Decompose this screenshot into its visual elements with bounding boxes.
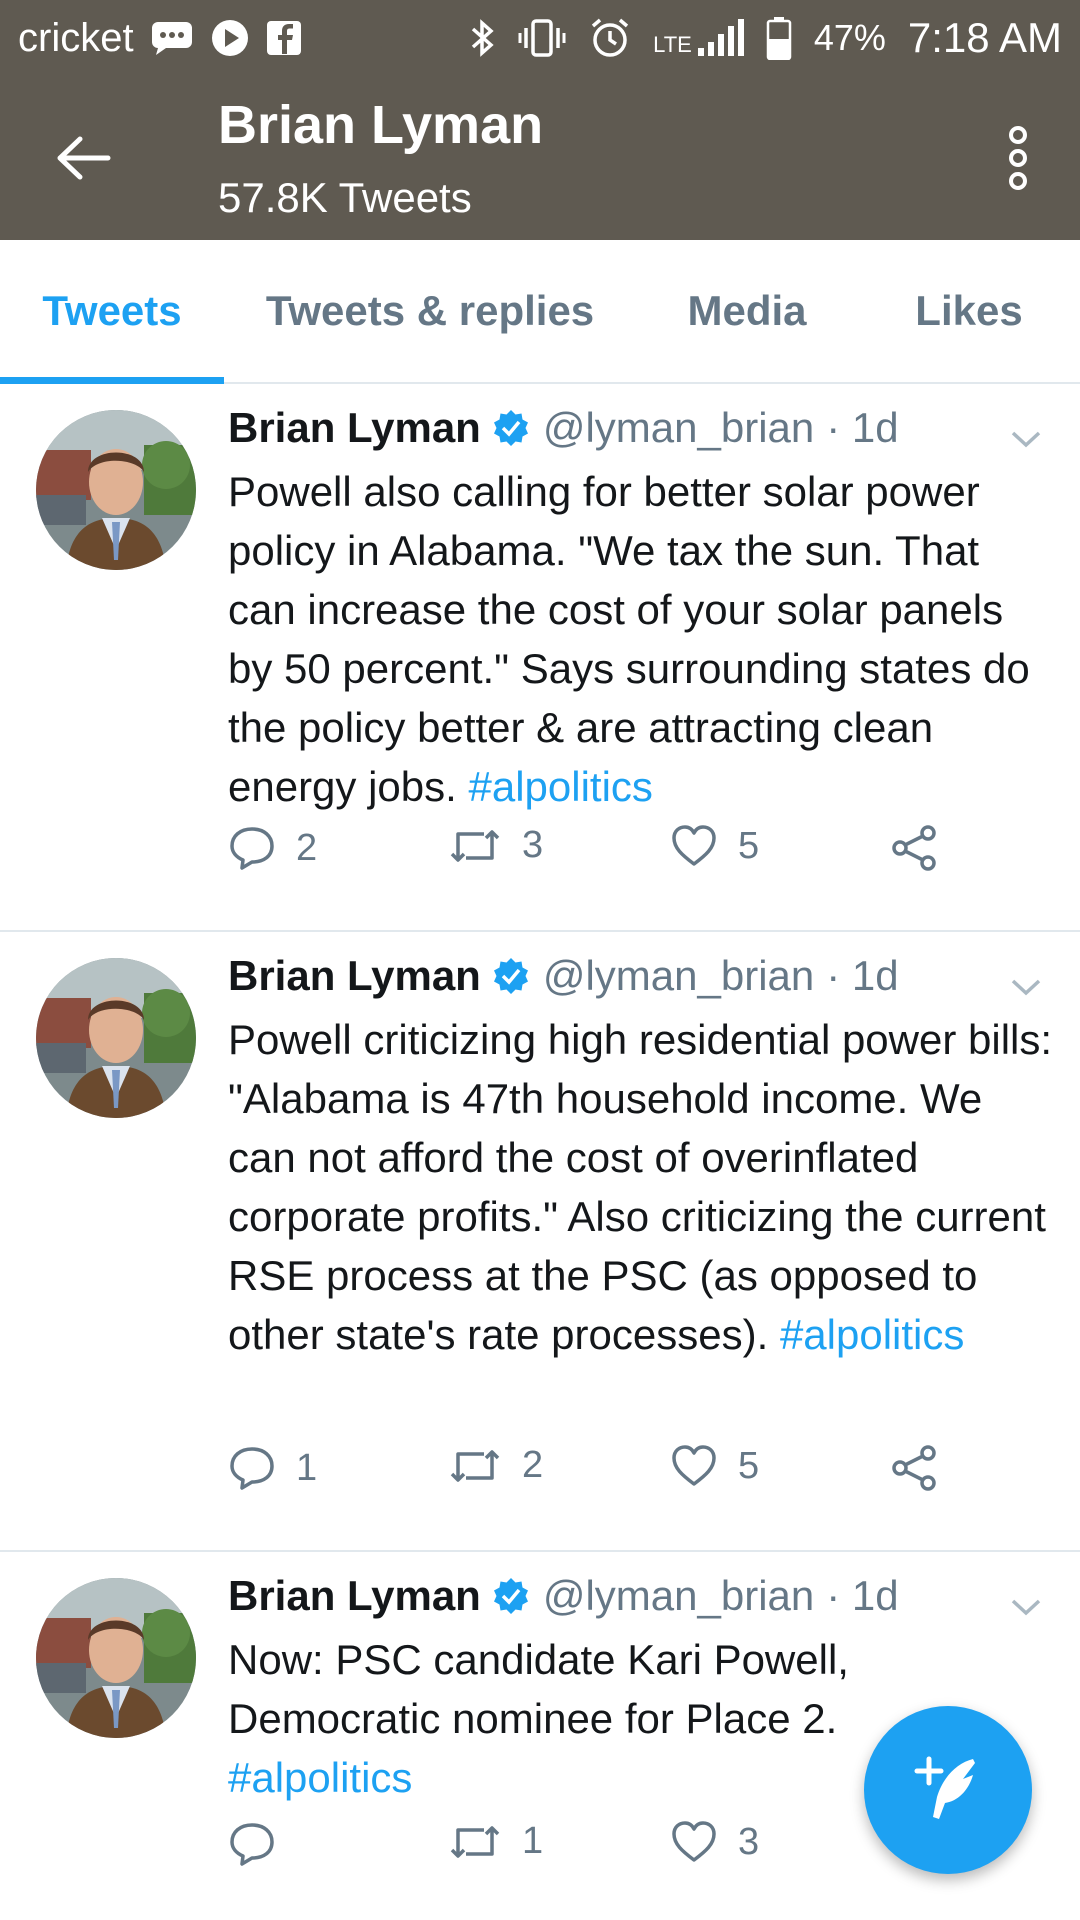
share-icon — [892, 1445, 936, 1491]
message-icon — [150, 20, 194, 56]
tweet-actions: 1 2 5 — [228, 1444, 988, 1504]
tweet-text: Now: PSC candidate Kari Powell, Democrat… — [228, 1630, 908, 1807]
tweet-header: Brian Lyman @lyman_brian · 1d — [228, 952, 899, 1000]
author-name[interactable]: Brian Lyman — [228, 1572, 481, 1620]
tweet-card[interactable]: Brian Lyman @lyman_brian · 1d Powell als… — [0, 384, 1080, 932]
hashtag-link[interactable]: #alpolitics — [780, 1311, 964, 1358]
profile-tabs: Tweets Tweets & replies Media Likes — [0, 240, 1080, 384]
tweet-header: Brian Lyman @lyman_brian · 1d — [228, 404, 899, 452]
avatar[interactable] — [36, 1578, 196, 1738]
vibrate-icon — [517, 18, 567, 58]
retweet-count: 3 — [522, 824, 544, 866]
share-button[interactable] — [890, 1444, 938, 1492]
hashtag-link[interactable]: #alpolitics — [468, 763, 652, 810]
reply-icon — [230, 1447, 274, 1490]
like-count: 3 — [738, 1820, 760, 1863]
tab-likes[interactable]: Likes — [858, 240, 1080, 382]
reply-button[interactable] — [228, 1820, 296, 1868]
retweet-button[interactable]: 2 — [448, 1444, 543, 1487]
tweet-body: Powell also calling for better solar pow… — [228, 468, 1030, 810]
retweet-icon — [450, 829, 500, 862]
reply-button[interactable]: 1 — [228, 1444, 317, 1492]
hashtag-link[interactable]: #alpolitics — [228, 1754, 412, 1801]
battery-icon — [766, 16, 792, 60]
retweet-count: 1 — [522, 1820, 544, 1862]
retweet-count: 2 — [522, 1444, 544, 1486]
tweet-options-button[interactable] — [1006, 972, 1046, 1002]
active-tab-indicator — [0, 377, 224, 384]
overflow-menu-button[interactable] — [996, 120, 1040, 196]
chevron-down-icon — [1011, 1599, 1041, 1616]
like-count: 5 — [738, 1444, 760, 1487]
compose-feather-icon — [914, 1756, 975, 1819]
like-button[interactable]: 5 — [670, 1444, 759, 1488]
reply-count: 2 — [296, 826, 318, 869]
retweet-icon — [450, 1825, 500, 1858]
author-name[interactable]: Brian Lyman — [228, 952, 481, 1000]
tweet-time: · 1d — [826, 404, 899, 451]
reply-icon — [230, 827, 274, 870]
tweet-options-button[interactable] — [1006, 1592, 1046, 1622]
alarm-icon — [589, 17, 631, 59]
tweet-body: Now: PSC candidate Kari Powell, Democrat… — [228, 1636, 849, 1742]
tweet-time: · 1d — [826, 1572, 899, 1619]
carrier-label: cricket — [18, 15, 134, 60]
clock: 7:18 AM — [907, 14, 1062, 61]
author-handle: @lyman_brian — [542, 404, 815, 451]
tweet-card[interactable]: Brian Lyman @lyman_brian · 1d Powell cri… — [0, 932, 1080, 1552]
share-icon — [892, 825, 936, 871]
chevron-down-icon — [1011, 979, 1041, 996]
tab-tweets-and-replies[interactable]: Tweets & replies — [224, 240, 636, 382]
app-bar: Brian Lyman 57.8K Tweets — [0, 76, 1080, 240]
tweet-header: Brian Lyman @lyman_brian · 1d — [228, 1572, 899, 1620]
verified-badge-icon — [491, 1576, 531, 1616]
more-vertical-icon — [1009, 126, 1027, 190]
chevron-down-icon — [1011, 431, 1041, 448]
like-count: 5 — [738, 824, 760, 867]
facebook-icon — [266, 20, 302, 56]
play-icon — [210, 18, 250, 58]
avatar[interactable] — [36, 410, 196, 570]
author-name[interactable]: Brian Lyman — [228, 404, 481, 452]
status-bar: cricket LTE 47% 7:18 AM — [0, 0, 1080, 76]
like-button[interactable]: 3 — [670, 1820, 759, 1864]
reply-icon — [230, 1823, 274, 1866]
reply-count: 1 — [296, 1446, 318, 1489]
author-handle: @lyman_brian — [542, 952, 815, 999]
retweet-icon — [450, 1449, 500, 1482]
tweet-time: · 1d — [826, 952, 899, 999]
compose-tweet-button[interactable] — [864, 1706, 1032, 1874]
tweet-text: Powell criticizing high residential powe… — [228, 1010, 1058, 1364]
verified-badge-icon — [491, 408, 531, 448]
verified-badge-icon — [491, 956, 531, 996]
network-label: LTE — [653, 32, 692, 57]
tweet-actions: 2 3 5 — [228, 824, 988, 884]
author-handle: @lyman_brian — [542, 1572, 815, 1619]
retweet-button[interactable]: 1 — [448, 1820, 543, 1863]
share-button[interactable] — [890, 824, 938, 872]
profile-name: Brian Lyman — [218, 95, 544, 155]
battery-percent: 47% — [813, 17, 886, 58]
tweet-options-button[interactable] — [1006, 424, 1046, 454]
heart-icon — [672, 1821, 716, 1862]
tweet-body: Powell criticizing high residential powe… — [228, 1016, 1053, 1358]
tab-tweets[interactable]: Tweets — [0, 240, 224, 382]
heart-icon — [672, 1445, 716, 1486]
like-button[interactable]: 5 — [670, 824, 759, 868]
reply-button[interactable]: 2 — [228, 824, 317, 872]
back-button[interactable] — [52, 126, 116, 190]
back-arrow-icon — [57, 136, 111, 180]
retweet-button[interactable]: 3 — [448, 824, 543, 867]
tweet-text: Powell also calling for better solar pow… — [228, 462, 1058, 816]
bluetooth-icon — [469, 17, 495, 59]
signal-icon: LTE — [653, 18, 744, 58]
tweet-count: 57.8K Tweets — [218, 174, 472, 221]
heart-icon — [672, 825, 716, 866]
avatar[interactable] — [36, 958, 196, 1118]
tab-media[interactable]: Media — [636, 240, 858, 382]
